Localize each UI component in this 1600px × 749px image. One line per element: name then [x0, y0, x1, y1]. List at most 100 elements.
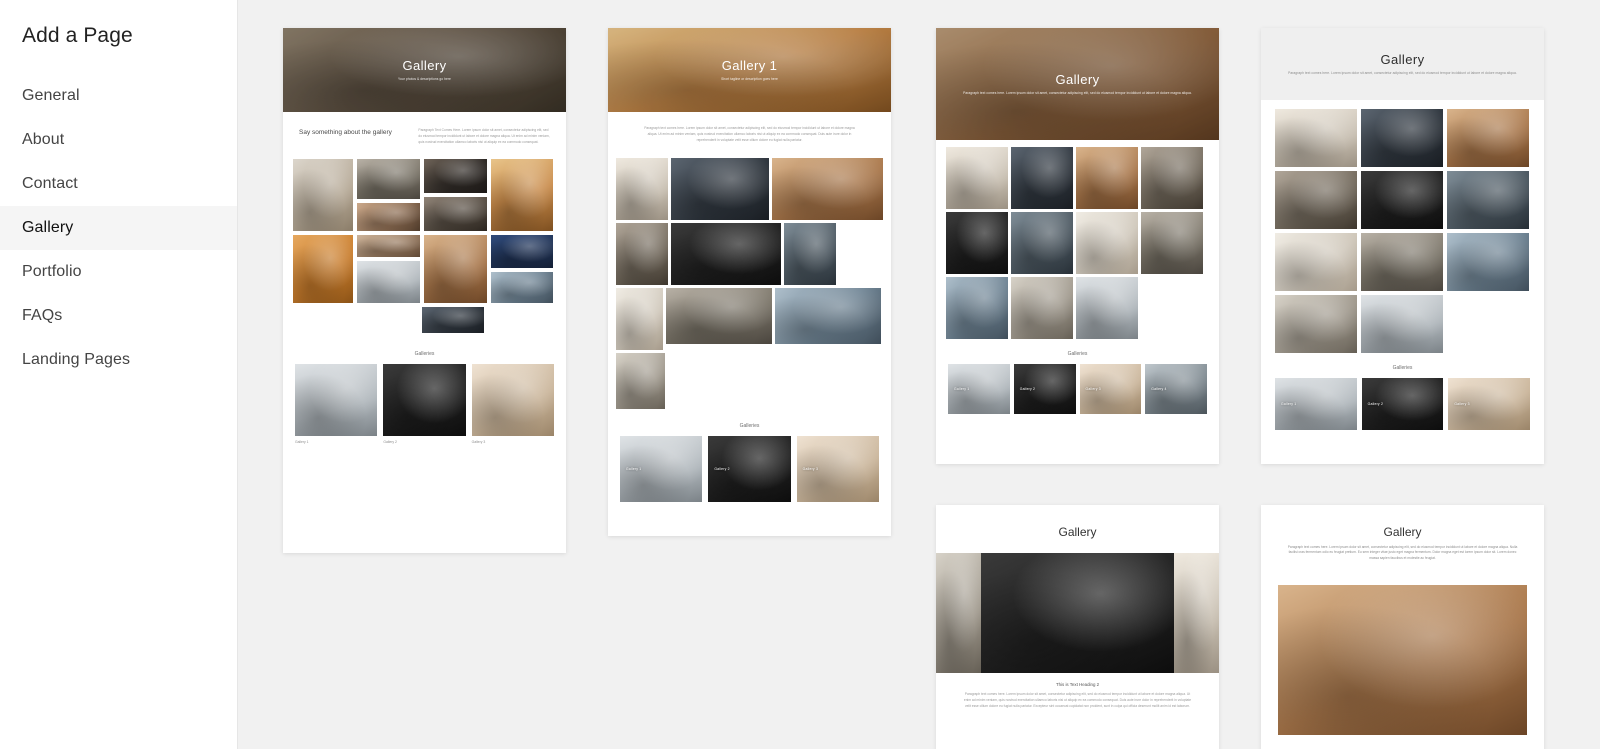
- photo-grid: [936, 140, 1219, 341]
- grid-tile[interactable]: [1361, 233, 1443, 291]
- collage-tile[interactable]: [293, 235, 353, 304]
- gallery-item[interactable]: Gallery 2: [1361, 378, 1444, 430]
- grid-tile[interactable]: [1076, 277, 1138, 339]
- collage-tile[interactable]: [422, 307, 484, 334]
- template-card-gallery-3[interactable]: Gallery Paragraph text comes here. Lorem…: [936, 28, 1219, 464]
- collage-tile[interactable]: [424, 235, 487, 304]
- grid-tile[interactable]: [946, 212, 1008, 274]
- grid-tile[interactable]: [1361, 171, 1443, 229]
- collage-tile[interactable]: [491, 159, 553, 232]
- grid-tile[interactable]: [1447, 109, 1529, 167]
- galleries-heading: Galleries: [739, 422, 760, 429]
- gallery-item[interactable]: Gallery 1: [620, 435, 703, 502]
- grid-tile[interactable]: [775, 287, 881, 344]
- gallery-item[interactable]: Gallery 3: [1448, 378, 1531, 430]
- hero-subtitle: Paragraph text comes here. Lorem ipsum d…: [1287, 545, 1518, 560]
- sidebar-item-contact[interactable]: Contact: [0, 162, 237, 206]
- sidebar-item-faqs[interactable]: FAQs: [0, 294, 237, 338]
- grid-tile[interactable]: [1275, 295, 1357, 353]
- hero-text: Gallery 1 Short tagline or description g…: [608, 58, 891, 82]
- sidebar: Add a Page General About Contact Gallery…: [0, 0, 238, 749]
- gallery-caption: Gallery 3: [1085, 387, 1101, 391]
- grid-tile[interactable]: [1447, 233, 1529, 291]
- template-card-gallery-6[interactable]: Gallery Paragraph text comes here. Lorem…: [1261, 505, 1544, 749]
- gallery-item[interactable]: Gallery 2: [708, 435, 791, 502]
- page-title: Add a Page: [22, 24, 133, 47]
- grid-tile[interactable]: [1076, 212, 1138, 274]
- grid-tile[interactable]: [1011, 212, 1073, 274]
- sidebar-item-portfolio[interactable]: Portfolio: [0, 250, 237, 294]
- grid-tile[interactable]: [1275, 171, 1357, 229]
- gallery-item[interactable]: Gallery 3: [1079, 364, 1142, 414]
- hero-banner: Gallery Your photos & descriptions go he…: [283, 28, 566, 112]
- template-card-gallery-1[interactable]: Gallery Your photos & descriptions go he…: [283, 28, 566, 553]
- gallery-caption: Gallery 3: [1454, 402, 1470, 406]
- collage-tile[interactable]: [491, 272, 553, 304]
- carousel-prev-image[interactable]: [936, 553, 982, 673]
- photo-grid: [608, 154, 891, 413]
- grid-tile[interactable]: [772, 157, 883, 220]
- image-carousel[interactable]: [936, 553, 1219, 673]
- gallery-item[interactable]: Gallery 2: [383, 364, 466, 445]
- collage-tile[interactable]: [357, 235, 420, 258]
- grid-tile[interactable]: [1361, 109, 1443, 167]
- grid-tile[interactable]: [1076, 147, 1138, 209]
- grid-tile[interactable]: [1011, 277, 1073, 339]
- grid-tile[interactable]: [616, 287, 663, 350]
- hero-title: Gallery: [1055, 71, 1100, 87]
- collage-tile[interactable]: [293, 159, 353, 232]
- collage-tile[interactable]: [424, 159, 487, 194]
- gallery-item[interactable]: Gallery 3: [796, 435, 879, 502]
- gallery-caption: Gallery 2: [714, 466, 730, 471]
- sidebar-item-landing-pages[interactable]: Landing Pages: [0, 338, 237, 382]
- carousel-next-image[interactable]: [1173, 553, 1219, 673]
- hero-title: Gallery 1: [721, 57, 778, 73]
- grid-tile[interactable]: [616, 157, 668, 220]
- carousel-main-image[interactable]: [981, 553, 1174, 673]
- grid-tile[interactable]: [1141, 212, 1203, 274]
- collage-tile[interactable]: [357, 159, 420, 200]
- card-header: Gallery Paragraph text comes here. Lorem…: [1261, 505, 1544, 575]
- gallery-item[interactable]: Gallery 2: [1013, 364, 1076, 414]
- sidebar-item-about[interactable]: About: [0, 118, 237, 162]
- gallery-caption: Gallery 3: [802, 466, 819, 471]
- grid-tile[interactable]: [1447, 171, 1529, 229]
- gallery-item[interactable]: Gallery 3: [471, 364, 554, 445]
- grid-tile[interactable]: [784, 222, 836, 285]
- template-card-gallery-4[interactable]: Gallery Paragraph text comes here. Lorem…: [1261, 28, 1544, 464]
- feature-image[interactable]: [1277, 585, 1528, 736]
- gallery-caption: Gallery 1: [1281, 402, 1297, 406]
- gallery-item[interactable]: Gallery 1: [295, 364, 378, 444]
- hero-text: Gallery Paragraph text comes here. Lorem…: [1261, 52, 1544, 76]
- gallery-item[interactable]: Gallery 1: [948, 364, 1010, 414]
- card-header: Gallery: [936, 505, 1219, 553]
- collage-tile[interactable]: [491, 235, 553, 269]
- template-card-gallery-5[interactable]: Gallery This is Text Heading 2 Paragraph…: [936, 505, 1219, 749]
- grid-tile[interactable]: [666, 287, 772, 344]
- template-card-gallery-2[interactable]: Gallery 1 Short tagline or description g…: [608, 28, 891, 536]
- collage-tile[interactable]: [357, 203, 420, 232]
- grid-tile[interactable]: [616, 352, 665, 409]
- sidebar-item-gallery[interactable]: Gallery: [0, 206, 237, 250]
- galleries-row: Gallery 1 Gallery 2 Gallery 3 Gallery 4: [936, 364, 1219, 428]
- gallery-caption: Gallery 2: [383, 440, 397, 445]
- grid-tile[interactable]: [1361, 295, 1443, 353]
- grid-tile[interactable]: [1275, 233, 1357, 291]
- gallery-item[interactable]: Gallery 1: [1275, 378, 1357, 430]
- sidebar-item-general[interactable]: General: [0, 74, 237, 118]
- gallery-caption: Gallery 3: [471, 440, 486, 445]
- grid-tile[interactable]: [616, 222, 668, 285]
- collage-tile[interactable]: [424, 197, 487, 232]
- grid-tile[interactable]: [671, 157, 769, 220]
- grid-tile[interactable]: [946, 277, 1008, 339]
- gallery-item[interactable]: Gallery 4: [1145, 364, 1207, 414]
- grid-tile[interactable]: [946, 147, 1008, 209]
- grid-tile[interactable]: [1141, 147, 1203, 209]
- grid-tile[interactable]: [1011, 147, 1073, 209]
- gallery-caption: Gallery 1: [626, 466, 642, 471]
- grid-tile[interactable]: [671, 222, 781, 285]
- intro-paragraph: Paragraph text comes here. Lorem ipsum d…: [644, 126, 855, 142]
- intro-section: Say something about the gallery Paragrap…: [283, 112, 566, 151]
- grid-tile[interactable]: [1275, 109, 1357, 167]
- collage-tile[interactable]: [357, 261, 420, 304]
